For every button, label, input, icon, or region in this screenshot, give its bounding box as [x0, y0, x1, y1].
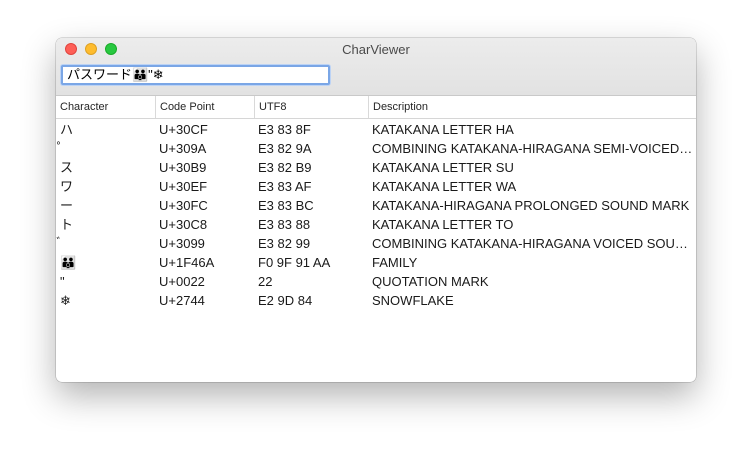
table-row[interactable]: ス U+30B9 E3 82 B9 KATAKANA LETTER SU	[56, 158, 696, 177]
description-cell: KATAKANA-HIRAGANA PROLONGED SOUND MARK	[372, 198, 690, 213]
code-point-cell: U+30EF	[159, 179, 208, 194]
table-row[interactable]: ハ U+30CF E3 83 8F KATAKANA LETTER HA	[56, 120, 696, 139]
table-row[interactable]: 👪 U+1F46A F0 9F 91 AA FAMILY	[56, 253, 696, 272]
code-point-cell: U+0022	[159, 274, 205, 289]
table-row[interactable]: ワ U+30EF E3 83 AF KATAKANA LETTER WA	[56, 177, 696, 196]
character-cell: ゚	[56, 139, 155, 158]
description-cell: FAMILY	[372, 255, 418, 270]
table-row[interactable]: ゚ U+309A E3 82 9A COMBINING KATAKANA-HIR…	[56, 139, 696, 158]
character-cell: ワ	[60, 179, 74, 194]
table-row[interactable]: " U+0022 22 QUOTATION MARK	[56, 272, 696, 291]
table-row[interactable]: ❄ U+2744 E2 9D 84 SNOWFLAKE	[56, 291, 696, 310]
title-bar: CharViewer パスワード👪"❄	[56, 38, 696, 96]
table-body: ハ U+30CF E3 83 8F KATAKANA LETTER HA ゚ U…	[56, 120, 696, 310]
table-row[interactable]: ー U+30FC E3 83 BC KATAKANA-HIRAGANA PROL…	[56, 196, 696, 215]
column-header-character[interactable]: Character	[56, 96, 155, 118]
code-point-cell: U+30B9	[159, 160, 207, 175]
utf8-cell: E3 83 BC	[258, 198, 314, 213]
code-point-cell: U+30FC	[159, 198, 208, 213]
description-cell: KATAKANA LETTER HA	[372, 122, 514, 137]
character-cell: "	[60, 274, 65, 289]
code-point-cell: U+2744	[159, 293, 205, 308]
table-header: Character Code Point UTF8 Description	[56, 96, 696, 119]
description-cell: COMBINING KATAKANA-HIRAGANA SEMI-VOICED …	[372, 141, 694, 156]
utf8-cell: E3 83 88	[258, 217, 311, 232]
character-cell: ト	[60, 217, 74, 232]
column-header-description[interactable]: Description	[368, 96, 694, 118]
utf8-cell: F0 9F 91 AA	[258, 255, 331, 270]
character-cell: ゙	[56, 234, 155, 253]
table-row[interactable]: ト U+30C8 E3 83 88 KATAKANA LETTER TO	[56, 215, 696, 234]
description-cell: SNOWFLAKE	[372, 293, 454, 308]
code-point-cell: U+3099	[159, 236, 205, 251]
text-input[interactable]: パスワード👪"❄	[61, 65, 330, 85]
description-cell: QUOTATION MARK	[372, 274, 489, 289]
character-cell: ❄	[60, 293, 71, 308]
description-cell: KATAKANA LETTER TO	[372, 217, 514, 232]
window-title: CharViewer	[342, 42, 410, 57]
utf8-cell: 22	[258, 274, 273, 289]
code-point-cell: U+1F46A	[159, 255, 215, 270]
column-header-utf8[interactable]: UTF8	[254, 96, 368, 118]
description-cell: KATAKANA LETTER WA	[372, 179, 517, 194]
character-cell: ス	[60, 160, 74, 175]
character-cell: 👪	[60, 255, 77, 270]
utf8-cell: E3 82 99	[258, 236, 311, 251]
character-cell: ハ	[60, 122, 74, 137]
description-cell: KATAKANA LETTER SU	[372, 160, 514, 175]
code-point-cell: U+309A	[159, 141, 207, 156]
code-point-cell: U+30C8	[159, 217, 208, 232]
app-window: CharViewer パスワード👪"❄ Character Code Point…	[56, 38, 696, 382]
utf8-cell: E3 82 B9	[258, 160, 312, 175]
character-cell: ー	[60, 198, 74, 213]
description-cell: COMBINING KATAKANA-HIRAGANA VOICED SOUND…	[372, 236, 694, 251]
code-point-cell: U+30CF	[159, 122, 208, 137]
column-header-code-point[interactable]: Code Point	[155, 96, 254, 118]
utf8-cell: E3 82 9A	[258, 141, 312, 156]
table-row[interactable]: ゙ U+3099 E3 82 99 COMBINING KATAKANA-HIR…	[56, 234, 696, 253]
utf8-cell: E2 9D 84	[258, 293, 313, 308]
utf8-cell: E3 83 8F	[258, 122, 311, 137]
utf8-cell: E3 83 AF	[258, 179, 312, 194]
